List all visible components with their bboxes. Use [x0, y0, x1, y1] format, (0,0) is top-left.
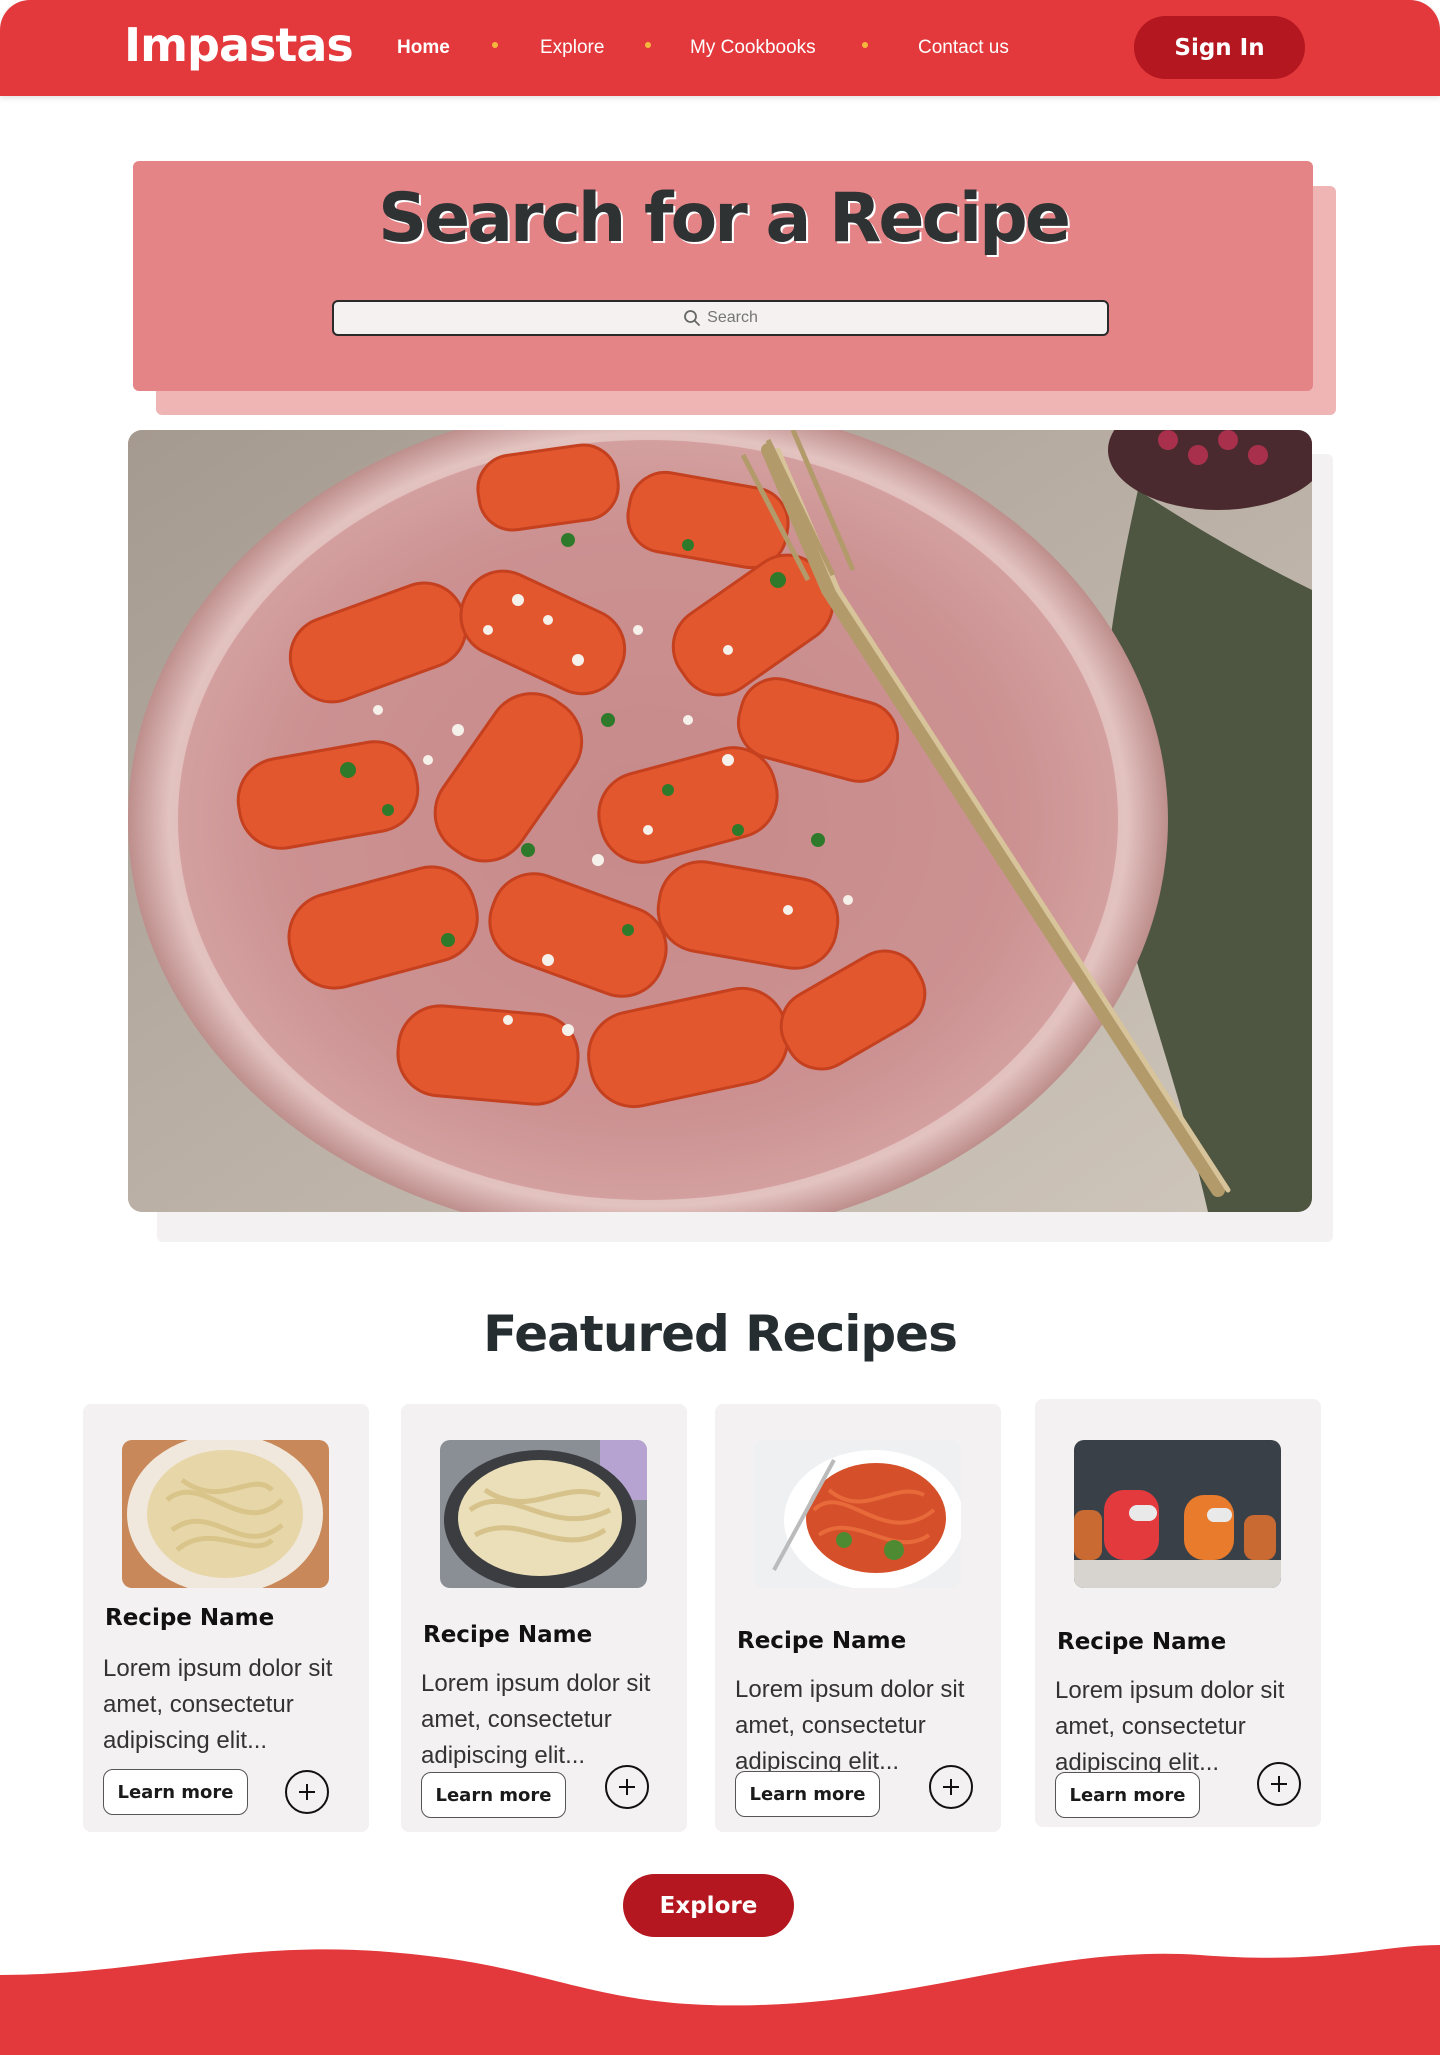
rigatoni-pasta-bowl-photo: [128, 430, 1312, 1212]
recipe-thumbnail: [440, 1440, 647, 1588]
alfredo-pan-image: [440, 1440, 647, 1588]
search-panel: Search for a Recipe: [133, 161, 1313, 391]
nav-separator-dot: [492, 42, 498, 48]
nav-link-home[interactable]: Home: [397, 37, 450, 59]
plus-icon: [619, 1779, 635, 1795]
recipe-name: Recipe Name: [737, 1628, 907, 1654]
recipe-card[interactable]: Recipe Name Lorem ipsum dolor sit amet, …: [1035, 1399, 1321, 1827]
learn-more-button[interactable]: Learn more: [421, 1772, 566, 1818]
nav-link-my-cookbooks[interactable]: My Cookbooks: [690, 37, 816, 59]
footer-wave: [0, 1945, 1440, 2055]
plus-icon: [299, 1784, 315, 1800]
top-navbar: Impastas Home Explore My Cookbooks Conta…: [0, 0, 1440, 96]
nav-separator-dot: [862, 42, 868, 48]
add-recipe-button[interactable]: [929, 1765, 973, 1809]
recipe-name: Recipe Name: [105, 1605, 275, 1631]
learn-more-button[interactable]: Learn more: [103, 1769, 248, 1815]
explore-button[interactable]: Explore: [623, 1874, 794, 1937]
recipe-description: Lorem ipsum dolor sit amet, consectetur …: [421, 1670, 651, 1769]
recipe-card[interactable]: Recipe Name Lorem ipsum dolor sit amet, …: [715, 1404, 1001, 1832]
recipe-description: Lorem ipsum dolor sit amet, consectetur …: [735, 1676, 965, 1775]
nav-link-contact-us[interactable]: Contact us: [918, 37, 1009, 59]
learn-more-button[interactable]: Learn more: [1055, 1772, 1200, 1818]
recipe-name: Recipe Name: [1057, 1629, 1227, 1655]
nav-separator-dot: [645, 42, 651, 48]
spaghetti-tomato-basil-image: [754, 1440, 961, 1588]
among-us-cookies-image: [1074, 1440, 1281, 1588]
add-recipe-button[interactable]: [1257, 1762, 1301, 1806]
plus-icon: [943, 1779, 959, 1795]
search-title: Search for a Recipe: [378, 179, 1071, 258]
learn-more-button[interactable]: Learn more: [735, 1771, 880, 1817]
add-recipe-button[interactable]: [285, 1770, 329, 1814]
add-recipe-button[interactable]: [605, 1765, 649, 1809]
recipe-thumbnail: [122, 1440, 329, 1588]
recipe-name: Recipe Name: [423, 1622, 593, 1648]
recipe-description: Lorem ipsum dolor sit amet, consectetur …: [103, 1655, 333, 1754]
brand-logo[interactable]: Impastas: [124, 18, 354, 72]
recipe-thumbnail: [754, 1440, 961, 1588]
fettuccine-alfredo-plate-image: [122, 1440, 329, 1588]
search-box[interactable]: [332, 300, 1109, 336]
sign-in-button[interactable]: Sign In: [1134, 16, 1305, 79]
plus-icon: [1271, 1776, 1287, 1792]
recipe-card[interactable]: Recipe Name Lorem ipsum dolor sit amet, …: [401, 1404, 687, 1832]
nav-link-explore[interactable]: Explore: [540, 37, 604, 59]
search-input[interactable]: [334, 302, 1107, 334]
recipe-card[interactable]: Recipe Name Lorem ipsum dolor sit amet, …: [83, 1404, 369, 1832]
recipe-thumbnail: [1074, 1440, 1281, 1588]
search-icon: [684, 310, 700, 326]
featured-recipes-title: Featured Recipes: [483, 1305, 958, 1363]
hero-pasta-image: [128, 430, 1312, 1212]
